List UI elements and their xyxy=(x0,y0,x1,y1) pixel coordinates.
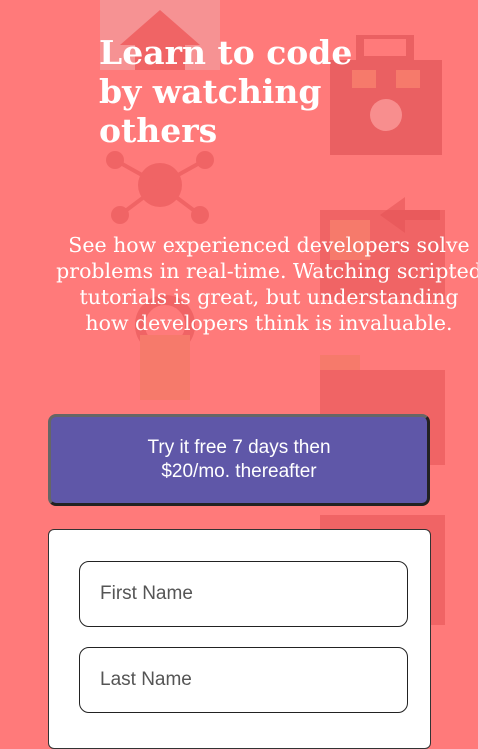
network-icon xyxy=(106,151,214,224)
first-name-field[interactable] xyxy=(79,561,408,627)
hero-description: See how experienced developers solve pro… xyxy=(56,233,478,335)
cta-line: $20/mo. thereafter xyxy=(161,461,317,482)
signup-form xyxy=(48,529,431,749)
page-title: Learn to code by watching others xyxy=(99,33,359,150)
cta-line: Try it free 7 days then xyxy=(147,437,331,458)
title-line: others xyxy=(99,111,218,150)
title-line: by watching xyxy=(99,72,322,111)
title-line: Learn to code xyxy=(99,33,353,72)
arrow-icon xyxy=(380,197,440,233)
last-name-field[interactable] xyxy=(79,647,408,713)
free-trial-button[interactable]: Try it free 7 days then $20/mo. thereaft… xyxy=(48,414,430,506)
